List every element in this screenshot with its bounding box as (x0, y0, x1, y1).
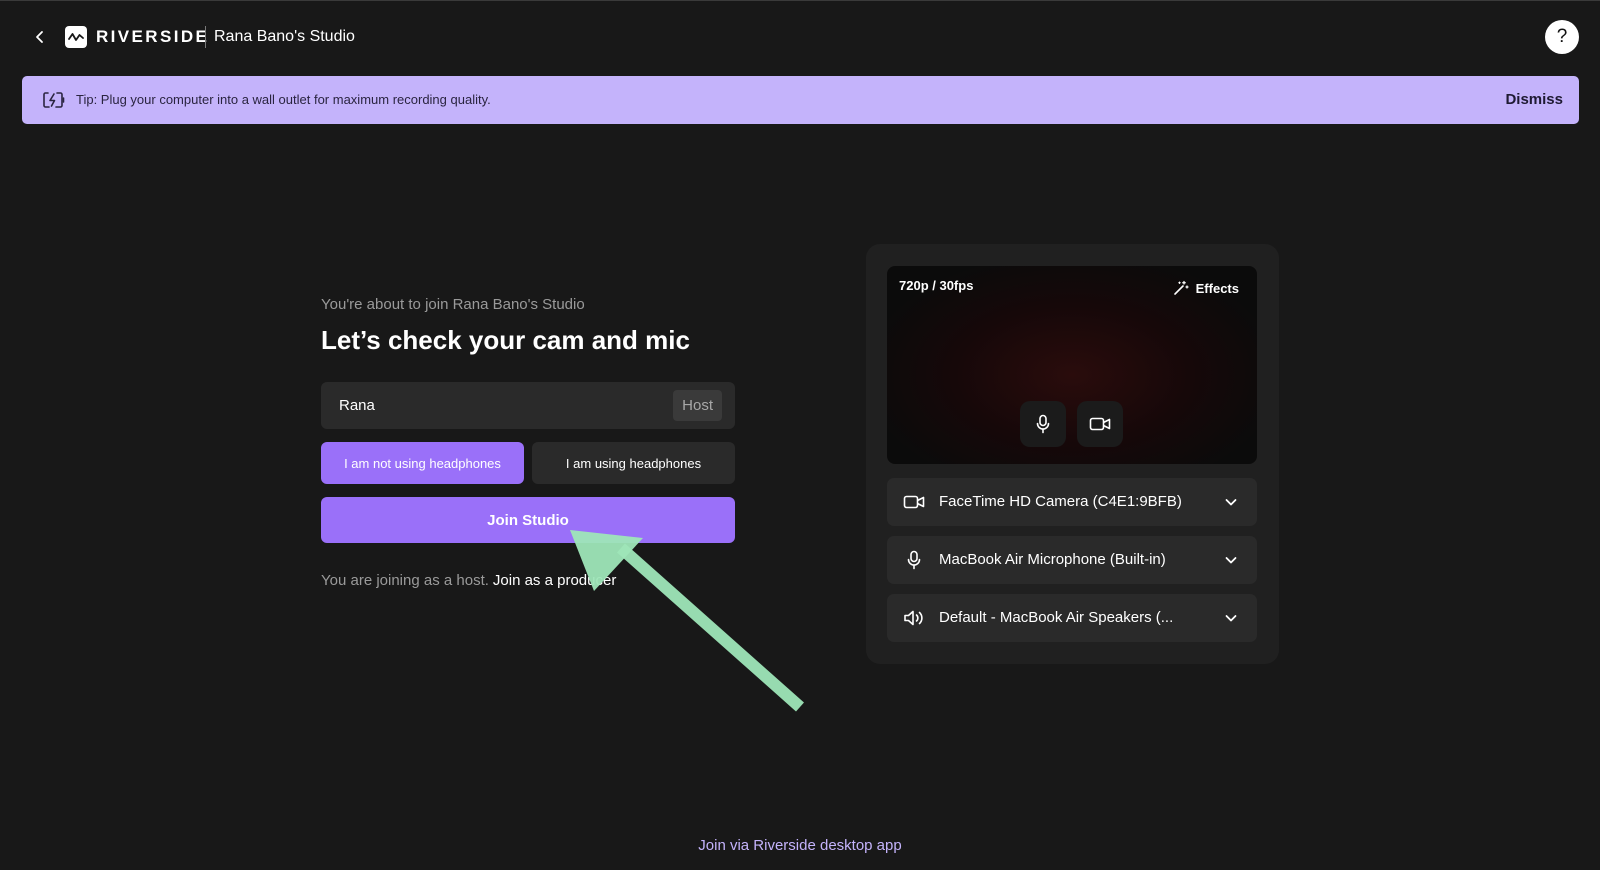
header-divider (205, 26, 206, 48)
camera-select[interactable]: FaceTime HD Camera (C4E1:9BFB) (887, 478, 1257, 526)
join-via-desktop-app-link[interactable]: Join via Riverside desktop app (0, 837, 1600, 854)
tip-banner: Tip: Plug your computer into a wall outl… (22, 76, 1579, 124)
microphone-select[interactable]: MacBook Air Microphone (Built-in) (887, 536, 1257, 584)
tip-text: Tip: Plug your computer into a wall outl… (76, 92, 491, 107)
preview-mic-toggle[interactable] (1020, 401, 1066, 447)
brand-name: RIVERSIDE (96, 27, 210, 46)
host-role-tag: Host (673, 390, 722, 421)
device-panel: 720p / 30fps Effects FaceTime HD Camera … (866, 244, 1279, 664)
resolution-label: 720p / 30fps (899, 278, 974, 293)
chevron-down-icon (1223, 610, 1239, 626)
microphone-select-value: MacBook Air Microphone (Built-in) (939, 551, 1166, 568)
chevron-down-icon (1223, 552, 1239, 568)
riverside-join-page: RIVERSIDE Rana Bano's Studio ? Tip: Plug… (0, 0, 1600, 870)
speaker-select[interactable]: Default - MacBook Air Speakers (... (887, 594, 1257, 642)
not-using-headphones-button[interactable]: I am not using headphones (321, 442, 524, 484)
annotation-arrow (570, 530, 804, 712)
name-input[interactable] (321, 382, 651, 429)
speaker-select-value: Default - MacBook Air Speakers (... (939, 609, 1174, 626)
effects-label: Effects (1195, 280, 1239, 296)
preview-camera-toggle[interactable] (1077, 401, 1123, 447)
name-field: Host (321, 382, 735, 429)
effects-button[interactable]: Effects (1173, 280, 1239, 296)
magic-wand-icon (1173, 280, 1189, 295)
studio-title: Rana Bano's Studio (214, 28, 355, 45)
chevron-left-icon (36, 31, 43, 43)
host-note: You are joining as a host. Join as a prod… (321, 571, 616, 591)
video-camera-icon (903, 492, 925, 512)
help-button[interactable]: ? (1545, 20, 1579, 54)
page-title: Let’s check your cam and mic (321, 325, 690, 355)
camera-select-value: FaceTime HD Camera (C4E1:9BFB) (939, 493, 1182, 510)
join-studio-button[interactable]: Join Studio (321, 497, 735, 543)
microphone-icon (1036, 414, 1050, 434)
battery-charging-icon (43, 92, 65, 108)
using-headphones-button[interactable]: I am using headphones (532, 442, 735, 484)
host-note-text: You are joining as a host. (321, 572, 489, 589)
camera-preview: 720p / 30fps Effects (887, 266, 1257, 464)
dismiss-button[interactable]: Dismiss (1505, 90, 1563, 110)
join-as-producer-link[interactable]: Join as a producer (493, 572, 616, 589)
top-header: RIVERSIDE Rana Bano's Studio ? (0, 1, 1600, 73)
joining-studio-label: You're about to join Rana Bano's Studio (321, 296, 585, 313)
microphone-icon (903, 550, 925, 570)
back-button[interactable] (28, 25, 52, 49)
riverside-logo-icon (65, 26, 87, 48)
video-camera-icon (1089, 417, 1111, 431)
chevron-down-icon (1223, 494, 1239, 510)
speaker-icon (903, 608, 925, 628)
